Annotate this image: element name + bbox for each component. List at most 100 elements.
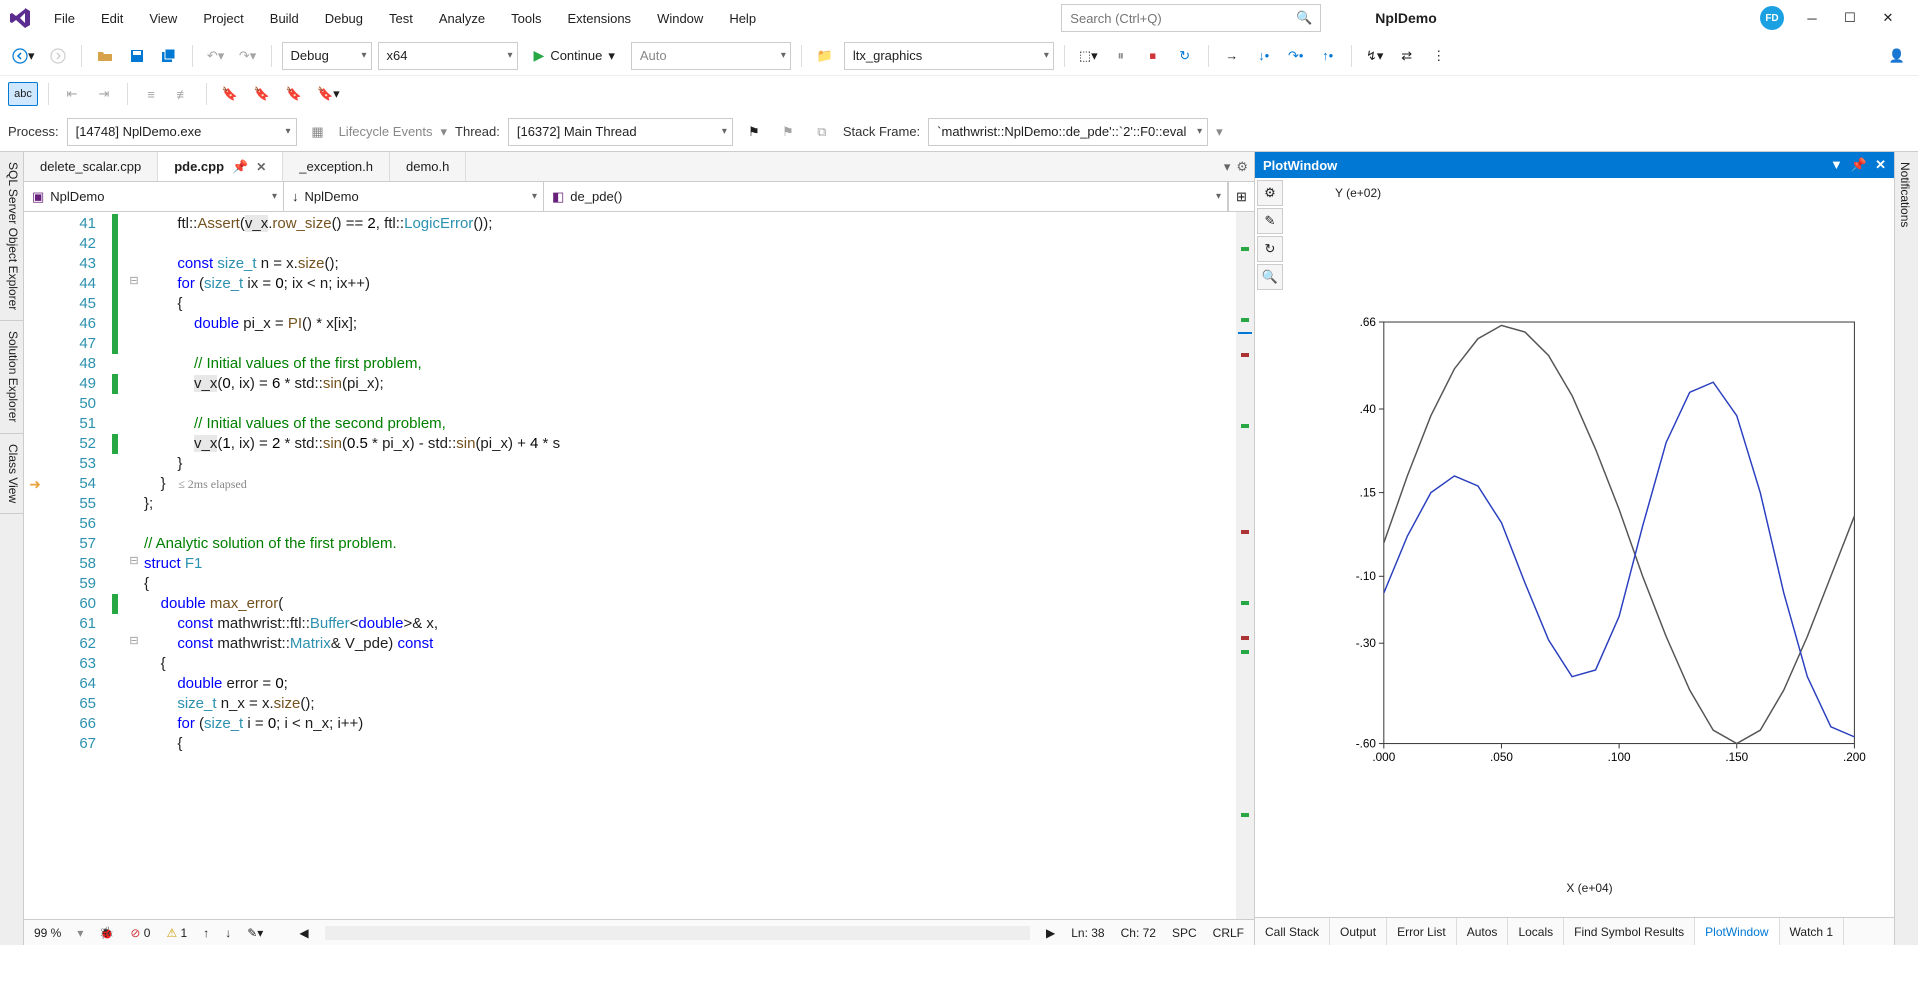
more-button[interactable]: ⋮ <box>1426 43 1452 69</box>
search-box[interactable]: 🔍 <box>1061 4 1321 32</box>
bookmark-clear-button[interactable]: 🔖▾ <box>313 81 344 107</box>
menu-tools[interactable]: Tools <box>499 5 553 32</box>
nav-scope-combo[interactable]: ▣ NplDemo <box>24 182 284 211</box>
auto-combo[interactable]: Auto <box>631 42 791 70</box>
menu-file[interactable]: File <box>42 5 87 32</box>
plot-close-button[interactable]: ✕ <box>1875 157 1886 173</box>
tab-settings-button[interactable]: ⚙ <box>1236 159 1248 175</box>
user-avatar[interactable]: FD <box>1760 6 1784 30</box>
left-tab[interactable]: SQL Server Object Explorer <box>0 152 23 321</box>
file-tab[interactable]: demo.h <box>390 152 466 181</box>
nav-down-button[interactable]: ↓ <box>225 926 231 940</box>
abc-button[interactable]: abc <box>8 82 38 106</box>
hscroll-right[interactable]: ▶ <box>1046 926 1055 940</box>
menu-test[interactable]: Test <box>377 5 425 32</box>
undo-button[interactable]: ↶▾ <box>203 43 229 69</box>
warning-count[interactable]: ⚠ 1 <box>166 926 187 940</box>
spaces-indicator[interactable]: SPC <box>1172 926 1197 940</box>
redo-button[interactable]: ↷▾ <box>235 43 261 69</box>
file-tab[interactable]: pde.cpp 📌 ✕ <box>158 152 283 181</box>
bookmark-prev-button[interactable]: 🔖 <box>249 81 275 107</box>
indent-less-button[interactable]: ⇤ <box>59 81 85 107</box>
continue-button[interactable]: ▶Continue ▾ <box>524 42 625 70</box>
stackframe-combo[interactable]: `mathwrist::NplDemo::de_pde'::`2'::F0::e… <box>928 118 1208 146</box>
save-all-button[interactable] <box>156 43 182 69</box>
bottom-tab[interactable]: Call Stack <box>1255 918 1330 945</box>
plot-dropdown-button[interactable]: ▼ <box>1830 157 1843 173</box>
step-into-button[interactable]: ↓• <box>1251 43 1277 69</box>
bottom-tab[interactable]: Error List <box>1387 918 1457 945</box>
suggestion-button[interactable]: ✎▾ <box>247 926 263 940</box>
menu-extensions[interactable]: Extensions <box>555 5 643 32</box>
live-share-button[interactable]: 👤 <box>1884 43 1910 69</box>
arrows-button[interactable]: ⇄ <box>1394 43 1420 69</box>
intellitrace-button[interactable]: ↯▾ <box>1362 43 1388 69</box>
file-tab[interactable]: delete_scalar.cpp <box>24 152 158 181</box>
flag2-icon[interactable]: ⚑ <box>775 119 801 145</box>
scroll-map[interactable] <box>1236 212 1254 919</box>
show-next-button[interactable]: → <box>1219 43 1245 69</box>
menu-window[interactable]: Window <box>645 5 715 32</box>
plot-settings-button[interactable]: ⚙ <box>1257 180 1283 206</box>
indent-more-button[interactable]: ⇥ <box>91 81 117 107</box>
lineending-indicator[interactable]: CRLF <box>1213 926 1244 940</box>
plot-annotate-button[interactable]: ✎ <box>1257 208 1283 234</box>
comment-button[interactable]: ≡ <box>138 81 164 107</box>
find-scope-combo[interactable]: ltx_graphics <box>844 42 1054 70</box>
bottom-tab[interactable]: Autos <box>1457 918 1509 945</box>
search-input[interactable] <box>1070 11 1296 26</box>
bookmark-button[interactable]: 🔖 <box>217 81 243 107</box>
bottom-tab[interactable]: Locals <box>1508 918 1564 945</box>
split-button[interactable]: ⊞ <box>1228 182 1254 211</box>
menu-help[interactable]: Help <box>717 5 768 32</box>
menu-view[interactable]: View <box>137 5 189 32</box>
flag-icon[interactable]: ⚑ <box>741 119 767 145</box>
nav-back-button[interactable]: ▾ <box>8 43 39 69</box>
menu-debug[interactable]: Debug <box>313 5 375 32</box>
menu-project[interactable]: Project <box>191 5 255 32</box>
stop-button[interactable]: ⏹ <box>1140 43 1166 69</box>
menu-analyze[interactable]: Analyze <box>427 5 497 32</box>
open-file-button[interactable] <box>92 43 118 69</box>
threads-icon[interactable]: ⧉ <box>809 119 835 145</box>
left-tab[interactable]: Solution Explorer <box>0 321 23 433</box>
nav-forward-button[interactable] <box>45 43 71 69</box>
step-button[interactable]: ⬚▾ <box>1075 43 1102 69</box>
plot-zoom-button[interactable]: 🔍 <box>1257 264 1283 290</box>
left-tab[interactable]: Class View <box>0 434 23 514</box>
browse-button[interactable]: 📁 <box>812 43 838 69</box>
right-tab[interactable]: Notifications <box>1895 152 1915 237</box>
tab-overflow-button[interactable]: ▾ <box>1224 159 1231 175</box>
platform-combo[interactable]: x64 <box>378 42 518 70</box>
nav-class-combo[interactable]: ↓ NplDemo <box>284 182 544 211</box>
bottom-tab[interactable]: Find Symbol Results <box>1564 918 1695 945</box>
linting-icon[interactable]: 🐞 <box>99 926 114 940</box>
uncomment-button[interactable]: ≢ <box>170 81 196 107</box>
minimize-button[interactable]: ─ <box>1802 8 1822 28</box>
plot-pin-button[interactable]: 📌 <box>1851 157 1867 173</box>
bottom-tab[interactable]: Output <box>1330 918 1387 945</box>
bookmark-next-button[interactable]: 🔖 <box>281 81 307 107</box>
config-combo[interactable]: Debug <box>282 42 372 70</box>
bottom-tab[interactable]: PlotWindow <box>1695 918 1779 945</box>
restart-button[interactable]: ↻ <box>1172 43 1198 69</box>
hscrollbar[interactable] <box>325 926 1030 940</box>
thread-combo[interactable]: [16372] Main Thread <box>508 118 733 146</box>
bottom-tab[interactable]: Watch 1 <box>1780 918 1845 945</box>
zoom-level[interactable]: 99 % <box>34 926 61 940</box>
step-out-button[interactable]: ↑• <box>1315 43 1341 69</box>
hscroll-left[interactable]: ◀ <box>299 926 308 940</box>
menu-build[interactable]: Build <box>258 5 311 32</box>
maximize-button[interactable]: ☐ <box>1840 8 1860 28</box>
process-combo[interactable]: [14748] NplDemo.exe <box>67 118 297 146</box>
error-count[interactable]: ⊘ 0 <box>130 926 150 940</box>
lifecycle-icon[interactable]: ▦ <box>305 119 331 145</box>
nav-up-button[interactable]: ↑ <box>203 926 209 940</box>
menu-edit[interactable]: Edit <box>89 5 135 32</box>
close-button[interactable]: ✕ <box>1878 8 1898 28</box>
plot-refresh-button[interactable]: ↻ <box>1257 236 1283 262</box>
pause-button[interactable]: ⏸ <box>1108 43 1134 69</box>
nav-member-combo[interactable]: ◧ de_pde() <box>544 182 1228 211</box>
step-over-button[interactable]: ↷• <box>1283 43 1309 69</box>
save-button[interactable] <box>124 43 150 69</box>
